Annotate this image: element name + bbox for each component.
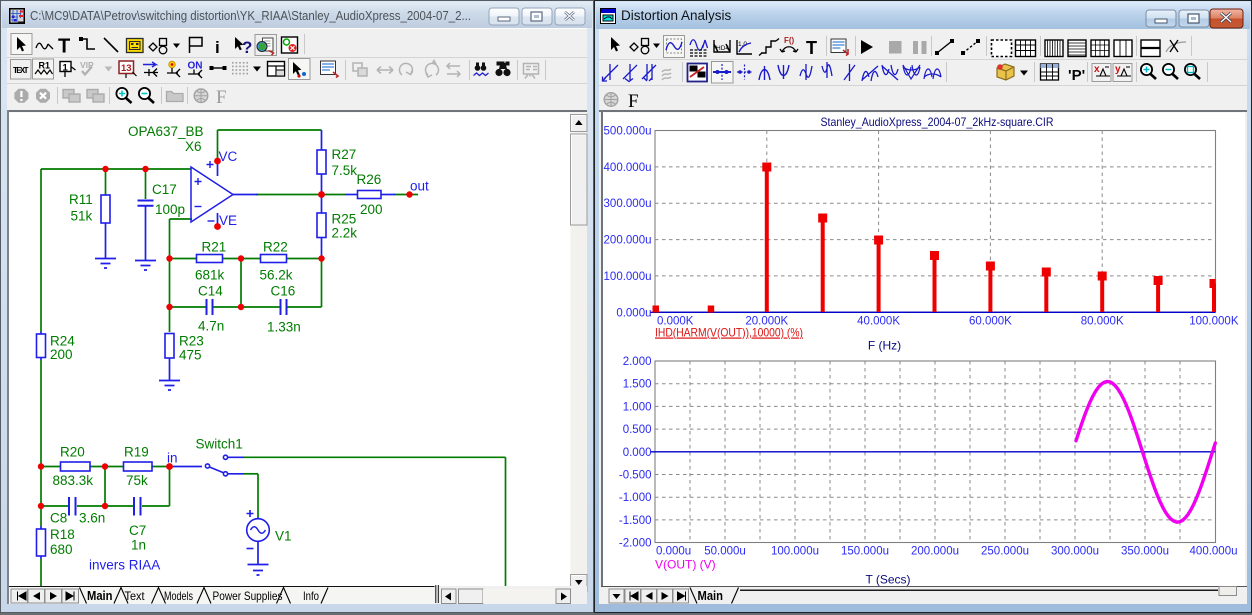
svg-text:0.000u: 0.000u: [656, 546, 691, 558]
svg-text:?: ?: [242, 38, 252, 57]
svg-text:100.000u: 100.000u: [771, 546, 819, 558]
svg-text:150.000u: 150.000u: [841, 546, 889, 558]
svg-text:R26: R26: [357, 172, 382, 187]
svg-text:-1.500: -1.500: [619, 515, 652, 527]
svg-text:2.000: 2.000: [623, 356, 652, 368]
svg-text:R18: R18: [50, 527, 75, 542]
svg-text:-0.500: -0.500: [619, 470, 652, 482]
svg-text:2.2k: 2.2k: [332, 226, 358, 241]
svg-text:X6: X6: [185, 139, 202, 154]
svg-text:x: x: [1094, 64, 1100, 75]
svg-text:60.000K: 60.000K: [969, 316, 1012, 328]
svg-text:-2.000: -2.000: [619, 538, 652, 550]
svg-text:Text: Text: [125, 589, 146, 603]
svg-text:Power Supplies: Power Supplies: [213, 589, 283, 603]
svg-text:OPA637_BB: OPA637_BB: [128, 124, 204, 139]
svg-text:R23: R23: [179, 334, 204, 349]
svg-text:50.000u: 50.000u: [704, 546, 746, 558]
svg-text:1.000: 1.000: [623, 401, 652, 413]
svg-text:T (Secs): T (Secs): [865, 573, 910, 587]
svg-text:'P': 'P': [1068, 67, 1085, 84]
svg-text:4.7n: 4.7n: [198, 319, 224, 334]
svg-text:1.500: 1.500: [623, 379, 652, 391]
svg-text:C7: C7: [129, 523, 146, 538]
svg-text:T: T: [58, 36, 70, 58]
svg-text:Main: Main: [87, 589, 113, 603]
svg-text:681k: 681k: [195, 268, 225, 283]
svg-text:0.500: 0.500: [623, 424, 652, 436]
svg-text:TEXT: TEXT: [13, 66, 29, 75]
svg-text:7.5k: 7.5k: [332, 163, 358, 178]
svg-text:ON: ON: [188, 61, 203, 72]
svg-text:R27: R27: [332, 147, 357, 162]
svg-text:0.000: 0.000: [623, 447, 652, 459]
svg-text:Switch1: Switch1: [196, 437, 243, 452]
svg-text:R11: R11: [69, 192, 93, 207]
svg-text:C:\MC9\DATA\Petrov\switching d: C:\MC9\DATA\Petrov\switching distortion\…: [30, 8, 471, 23]
svg-text:Distortion Analysis: Distortion Analysis: [621, 8, 732, 23]
svg-text:F: F: [216, 87, 227, 108]
svg-text:100.000u: 100.000u: [604, 271, 652, 283]
svg-text:80.000K: 80.000K: [1081, 316, 1124, 328]
svg-text:Info: Info: [303, 589, 319, 603]
svg-text:13: 13: [121, 63, 132, 74]
svg-text:Stanley_AudioXpress_2004-07_2k: Stanley_AudioXpress_2004-07_2kHz-square.…: [821, 115, 1054, 129]
svg-text:680: 680: [50, 542, 73, 557]
svg-text:T: T: [806, 38, 817, 58]
svg-text:Models: Models: [164, 589, 193, 603]
svg-text:75k: 75k: [126, 473, 148, 488]
svg-text:V1: V1: [275, 529, 292, 544]
svg-text:HD4: HD4: [716, 45, 729, 52]
svg-text:R25: R25: [332, 212, 357, 227]
svg-text:51k: 51k: [71, 209, 93, 224]
svg-text:R22: R22: [263, 240, 288, 255]
svg-text:C16: C16: [271, 284, 296, 299]
svg-text:F: F: [628, 91, 639, 112]
svg-text:300.000u: 300.000u: [604, 198, 652, 210]
svg-text:400.000u: 400.000u: [604, 162, 652, 174]
svg-text:350.000u: 350.000u: [1121, 546, 1169, 558]
svg-text:i: i: [215, 38, 220, 57]
svg-text:3.6n: 3.6n: [79, 511, 105, 526]
svg-text:R1: R1: [39, 61, 51, 71]
svg-text:400.000u: 400.000u: [1190, 546, 1238, 558]
svg-text:300.000u: 300.000u: [1051, 546, 1099, 558]
svg-text:883.3k: 883.3k: [53, 473, 94, 488]
svg-text:V(OUT) (V): V(OUT) (V): [655, 558, 716, 572]
svg-text:56.2k: 56.2k: [260, 268, 293, 283]
svg-text:out: out: [410, 179, 429, 194]
svg-text:200.000u: 200.000u: [911, 546, 959, 558]
svg-text:1n: 1n: [131, 538, 146, 553]
svg-text:F(): F(): [784, 36, 795, 45]
svg-text:500.000u: 500.000u: [604, 126, 652, 138]
svg-text:40.000K: 40.000K: [857, 316, 900, 328]
svg-text:1.33n: 1.33n: [267, 320, 301, 335]
svg-text:100.000K: 100.000K: [1189, 316, 1239, 328]
svg-text:R20: R20: [60, 445, 85, 460]
svg-text:C17: C17: [152, 182, 177, 197]
svg-text:Main: Main: [698, 589, 724, 603]
svg-text:VE: VE: [219, 213, 237, 228]
svg-text:in: in: [167, 451, 178, 466]
svg-text:200: 200: [360, 202, 383, 217]
svg-text:invers RIAA: invers RIAA: [89, 558, 160, 573]
svg-text:C8: C8: [50, 511, 67, 526]
svg-text:VC: VC: [219, 149, 238, 164]
svg-text:R19: R19: [124, 445, 149, 460]
svg-text:VIP: VIP: [80, 60, 94, 70]
svg-text:200.000u: 200.000u: [604, 235, 652, 247]
svg-text:IHD(HARM(V(OUT)),10000) (%): IHD(HARM(V(OUT)),10000) (%): [655, 326, 803, 340]
svg-text:y: y: [1115, 64, 1121, 75]
svg-text:C14: C14: [198, 284, 223, 299]
svg-text:R21: R21: [202, 240, 227, 255]
svg-text:1: 1: [63, 63, 69, 74]
svg-text:475: 475: [179, 348, 202, 363]
svg-text:0.000u: 0.000u: [616, 307, 651, 319]
svg-text:100p: 100p: [155, 202, 185, 217]
svg-text:-1.000: -1.000: [619, 492, 652, 504]
svg-text:200: 200: [50, 347, 73, 362]
svg-text:F (Hz): F (Hz): [868, 339, 901, 353]
svg-text:250.000u: 250.000u: [981, 546, 1029, 558]
